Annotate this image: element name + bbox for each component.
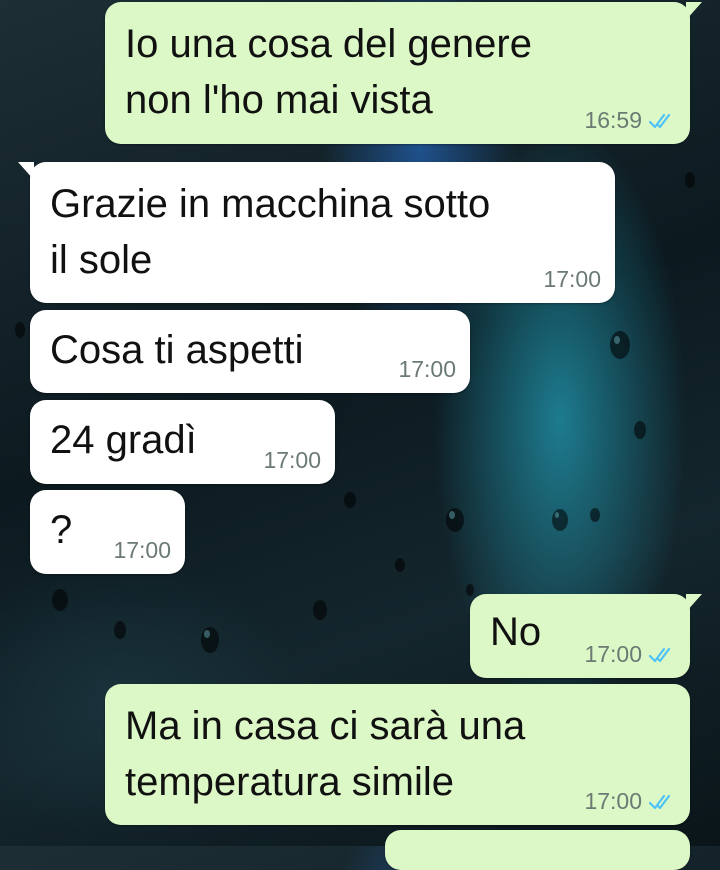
read-double-check-icon: [648, 647, 671, 662]
message-bubble-incoming[interactable]: Cosa ti aspetti 17:00: [30, 310, 470, 393]
message-meta: 17:00: [584, 788, 676, 815]
message-text: Io una cosa del genere non l'ho mai vist…: [125, 22, 532, 122]
message-bubble-incoming[interactable]: ? 17:00: [30, 490, 185, 574]
message-text: Ma in casa ci sarà una temperatura simil…: [125, 704, 526, 804]
message-time: 17:00: [398, 356, 456, 382]
message-text: Grazie in macchina sotto il sole: [50, 182, 491, 282]
message-bubble-outgoing-partial[interactable]: [385, 830, 690, 870]
message-meta: 17:00: [584, 641, 676, 668]
message-bubble-incoming[interactable]: 24 gradì 17:00: [30, 400, 335, 484]
message-time: 17:00: [584, 788, 642, 814]
message-time: 16:59: [584, 107, 642, 133]
message-time: 17:00: [113, 537, 171, 563]
message-meta: 17:00: [398, 356, 456, 383]
read-double-check-icon: [648, 113, 671, 128]
message-meta: 16:59: [584, 107, 676, 134]
message-bubble-incoming[interactable]: Grazie in macchina sotto il sole 17:00: [18, 162, 615, 303]
message-text: Cosa ti aspetti: [50, 328, 304, 372]
message-meta: 17:00: [263, 447, 321, 474]
message-time: 17:00: [543, 266, 601, 292]
message-text: ?: [50, 508, 73, 552]
message-text: 24 gradì: [50, 418, 197, 462]
message-bubble-outgoing[interactable]: Ma in casa ci sarà una temperatura simil…: [105, 684, 690, 825]
message-text: No: [490, 610, 542, 654]
message-bubble-outgoing[interactable]: Io una cosa del genere non l'ho mai vist…: [105, 2, 702, 144]
read-double-check-icon: [648, 794, 671, 809]
message-time: 17:00: [263, 447, 321, 473]
message-time: 17:00: [584, 641, 642, 667]
message-meta: 17:00: [113, 537, 171, 564]
message-bubble-outgoing[interactable]: No 17:00: [470, 594, 702, 678]
message-meta: 17:00: [543, 266, 601, 293]
